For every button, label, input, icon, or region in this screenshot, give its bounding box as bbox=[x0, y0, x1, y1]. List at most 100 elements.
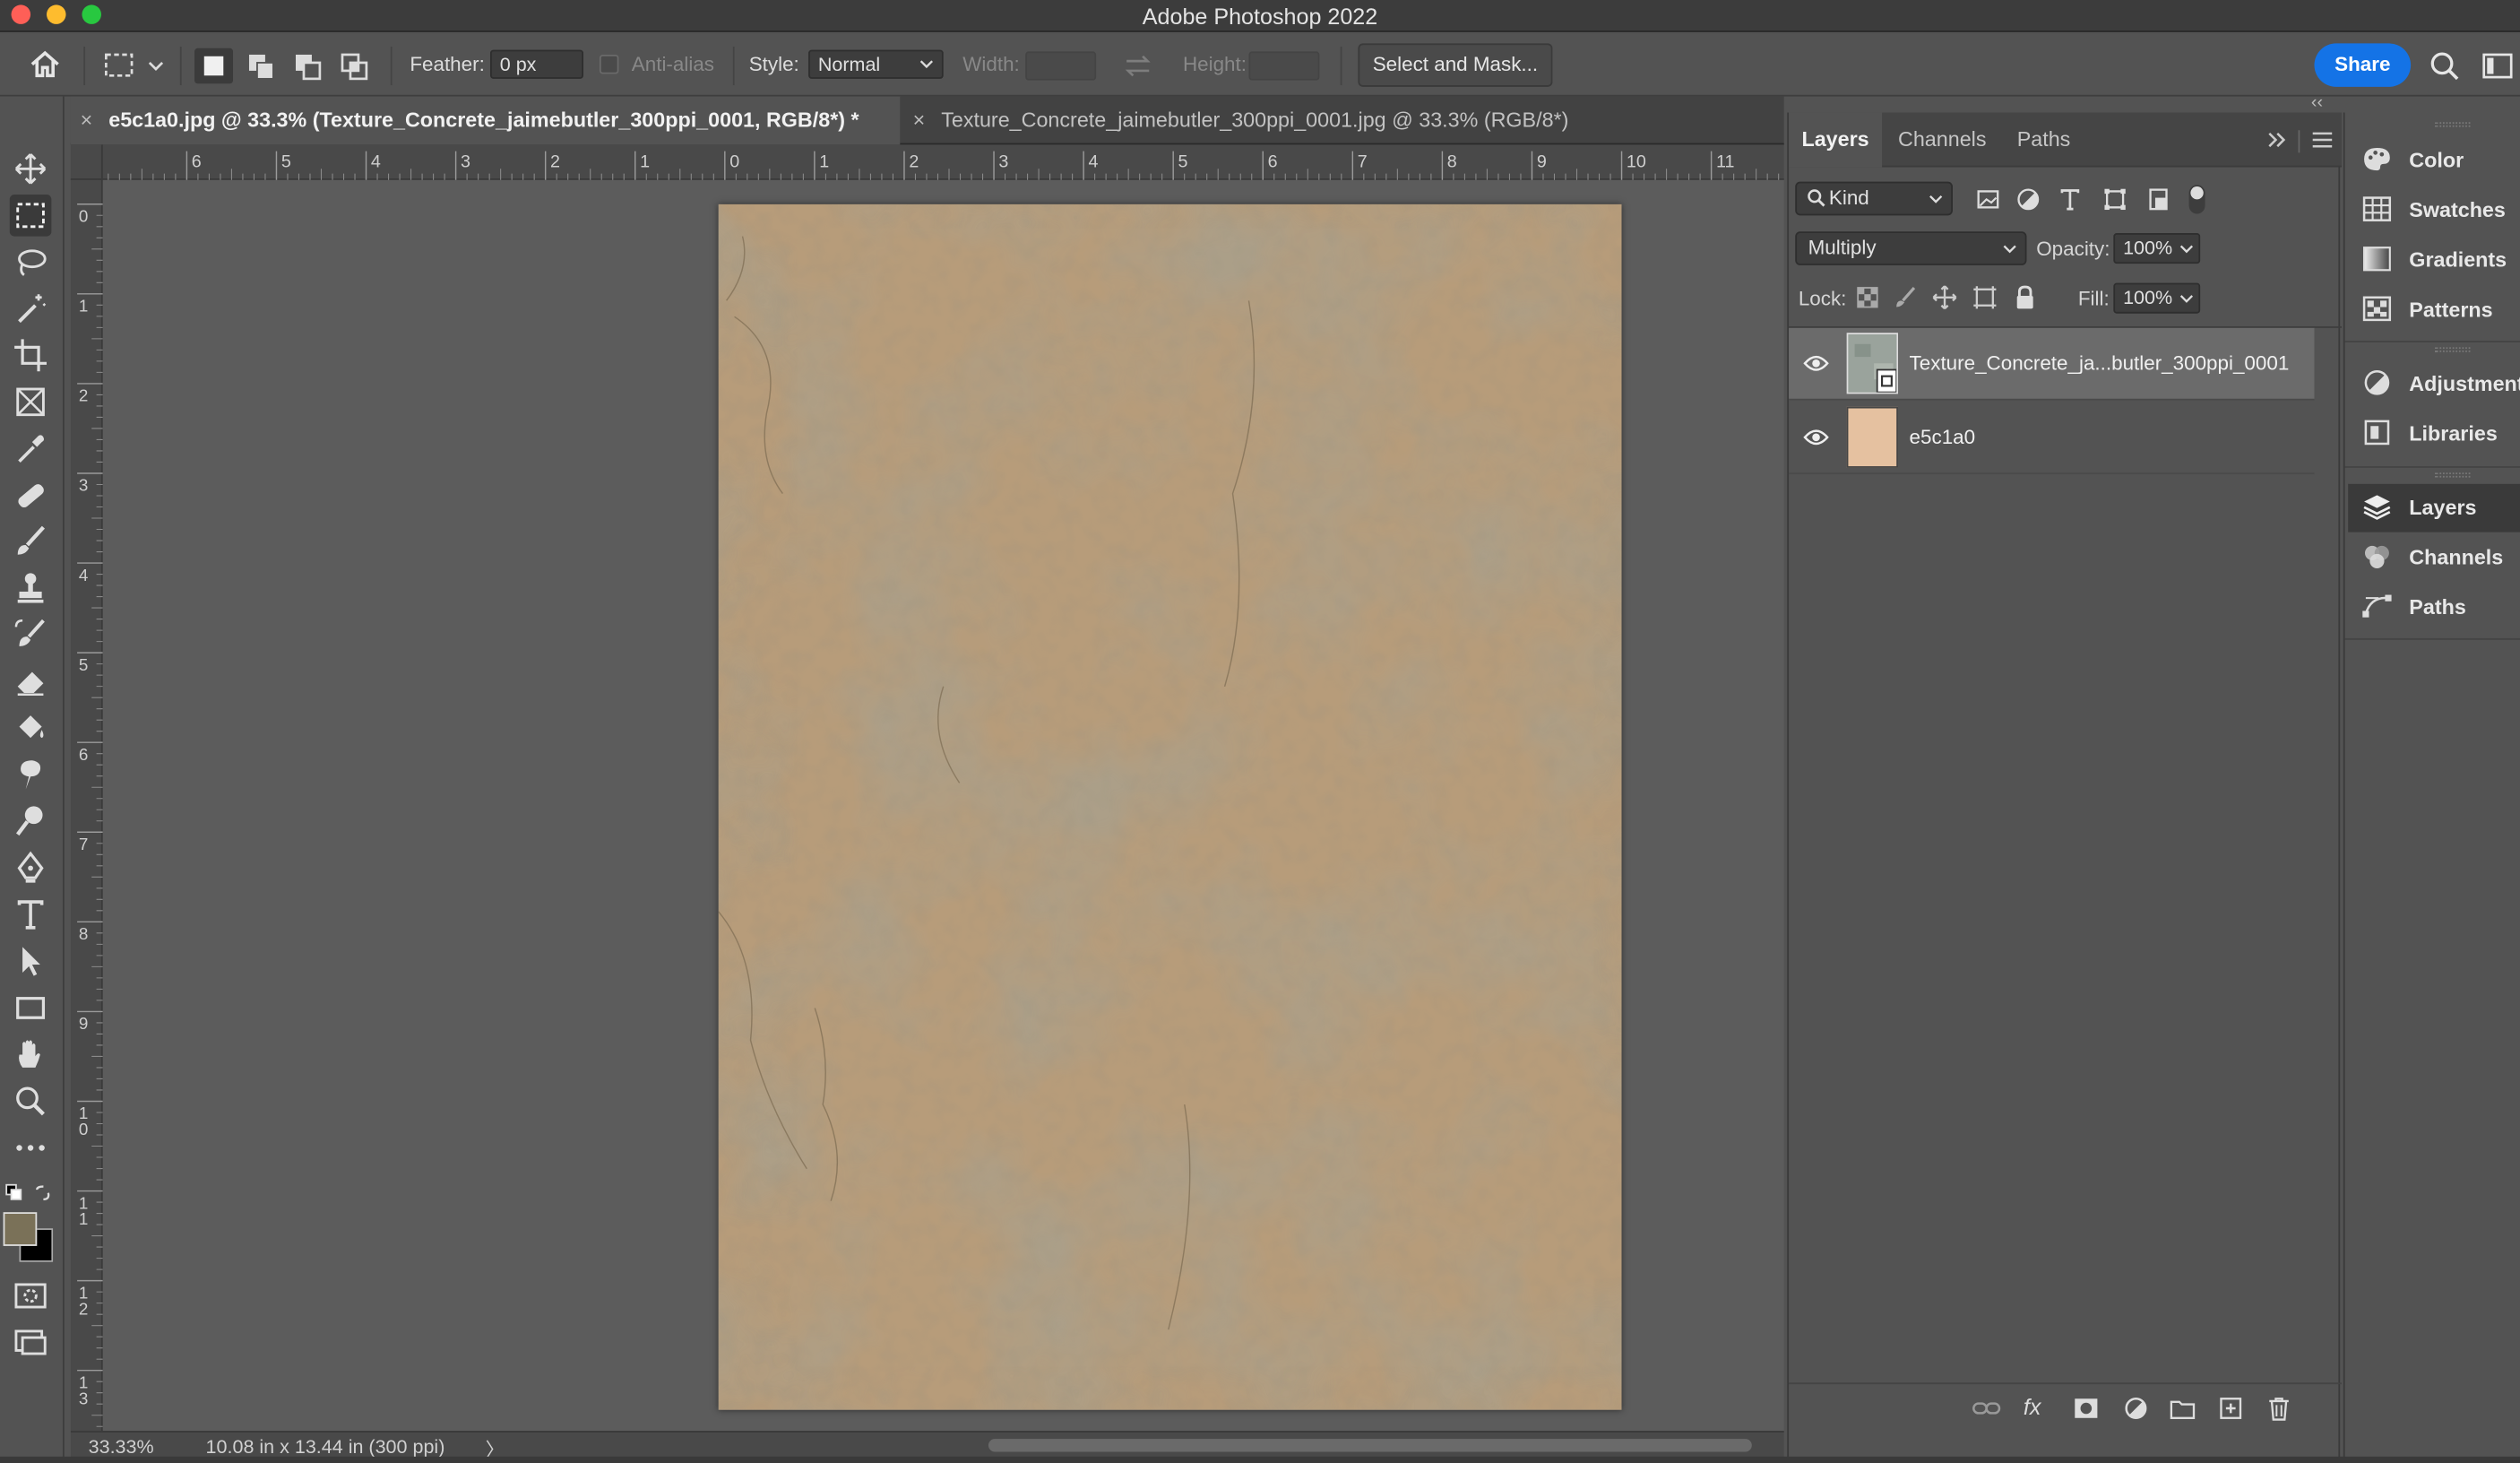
tools-panel bbox=[0, 96, 65, 1463]
feather-input[interactable]: 0 px bbox=[489, 49, 584, 79]
lock-position-icon[interactable] bbox=[1932, 284, 1958, 310]
anti-alias-label: Anti-alias bbox=[631, 53, 715, 76]
more-tools-icon[interactable] bbox=[10, 1127, 52, 1169]
move-tool-icon[interactable] bbox=[10, 148, 52, 190]
ruler-origin[interactable] bbox=[70, 144, 103, 180]
lock-all-icon[interactable] bbox=[2014, 284, 2036, 310]
tab-document-e5c1a0[interactable]: × e5c1a0.jpg @ 33.3% (Texture_Concrete_ja… bbox=[70, 96, 901, 145]
collapse-panels-icon[interactable]: ‹‹ bbox=[2311, 93, 2323, 113]
eye-visibility-icon[interactable] bbox=[1803, 354, 1829, 374]
eraser-tool-icon[interactable] bbox=[10, 661, 52, 703]
height-input[interactable] bbox=[1248, 51, 1320, 81]
layer-name[interactable]: Texture_Concrete_ja...butler_300ppi_0001 bbox=[1910, 352, 2290, 375]
intersect-selection-icon[interactable] bbox=[336, 48, 375, 83]
lock-image-pixels-icon[interactable] bbox=[1894, 286, 1917, 308]
hand-tool-icon[interactable] bbox=[10, 1034, 52, 1076]
new-group-icon[interactable] bbox=[2170, 1397, 2196, 1419]
new-selection-icon[interactable] bbox=[194, 48, 234, 84]
document-info[interactable]: 10.08 in x 13.44 in (300 ppi) bbox=[206, 1436, 445, 1459]
lock-artboard-icon[interactable] bbox=[1972, 284, 1998, 310]
delete-layer-icon[interactable] bbox=[2266, 1396, 2292, 1422]
panel-menu-icon[interactable] bbox=[2311, 130, 2334, 150]
rectangular-marquee-tool-icon[interactable] bbox=[9, 195, 52, 237]
lasso-tool-icon[interactable] bbox=[10, 241, 52, 283]
type-tool-icon[interactable] bbox=[10, 894, 52, 936]
pixel-layer-filter-icon[interactable] bbox=[1975, 186, 2001, 212]
home-icon[interactable] bbox=[27, 48, 62, 81]
workspace-icon[interactable] bbox=[2481, 51, 2514, 80]
rectangle-tool-icon[interactable] bbox=[10, 987, 52, 1029]
add-to-selection-icon[interactable] bbox=[243, 48, 281, 83]
eye-visibility-icon[interactable] bbox=[1803, 428, 1829, 447]
close-tab-icon[interactable]: × bbox=[81, 108, 93, 132]
height-label: Height: bbox=[1182, 53, 1247, 76]
marquee-preset-icon[interactable] bbox=[103, 50, 168, 82]
swap-dimensions-icon[interactable] bbox=[1124, 53, 1152, 79]
ruler-label: 0 bbox=[729, 152, 739, 172]
search-icon[interactable] bbox=[2429, 50, 2461, 82]
ruler-label: 1 bbox=[79, 297, 88, 316]
blend-mode-select[interactable]: Multiply bbox=[1795, 231, 2027, 265]
subtract-from-selection-icon[interactable] bbox=[289, 48, 328, 83]
tab-document-texture[interactable]: × Texture_Concrete_jaimebutler_300ppi_000… bbox=[906, 97, 1637, 145]
layer-filter-select[interactable]: Kind bbox=[1795, 181, 1953, 216]
layers-panel-tabs: Layers Channels Paths bbox=[1789, 112, 2342, 168]
horizontal-scrollbar[interactable] bbox=[988, 1439, 1752, 1452]
opacity-input[interactable]: 100% bbox=[2113, 233, 2201, 264]
add-mask-icon[interactable] bbox=[2073, 1397, 2099, 1419]
foreground-color-swatch[interactable] bbox=[3, 1212, 38, 1246]
link-layers-icon[interactable] bbox=[1972, 1397, 2001, 1419]
path-selection-tool-icon[interactable] bbox=[10, 940, 52, 983]
smudge-tool-icon[interactable] bbox=[10, 754, 52, 796]
magic-wand-tool-icon[interactable] bbox=[10, 288, 52, 330]
new-layer-icon[interactable] bbox=[2218, 1396, 2244, 1422]
swap-colors-icon[interactable] bbox=[34, 1183, 54, 1203]
panel-expand-icon[interactable] bbox=[2266, 128, 2289, 151]
filter-toggle-switch[interactable] bbox=[2188, 185, 2205, 214]
paint-bucket-tool-icon[interactable] bbox=[10, 707, 52, 749]
zoom-tool-icon[interactable] bbox=[10, 1080, 52, 1122]
layer-row-e5c1a0[interactable]: e5c1a0 bbox=[1789, 402, 2315, 475]
zoom-level[interactable]: 33.33% bbox=[89, 1436, 154, 1459]
tab-channels[interactable]: Channels bbox=[1898, 113, 1987, 168]
tab-layers[interactable]: Layers bbox=[1789, 112, 1883, 168]
lock-transparent-pixels-icon[interactable] bbox=[1856, 286, 1878, 308]
tab-label: e5c1a0.jpg @ 33.3% (Texture_Concrete_jai… bbox=[108, 108, 859, 133]
crop-tool-icon[interactable] bbox=[10, 334, 52, 377]
anti-alias-checkbox[interactable] bbox=[599, 54, 619, 74]
document-canvas[interactable] bbox=[718, 203, 1622, 1410]
width-input[interactable] bbox=[1025, 51, 1097, 81]
chevron-down-icon bbox=[2179, 291, 2194, 306]
type-layer-filter-icon[interactable] bbox=[2058, 186, 2084, 212]
new-adjustment-layer-icon[interactable] bbox=[2123, 1396, 2149, 1422]
style-select[interactable]: Normal bbox=[808, 49, 944, 79]
layer-row-texture[interactable]: Texture_Concrete_ja...butler_300ppi_0001 bbox=[1789, 327, 2315, 401]
screen-mode-icon[interactable] bbox=[10, 1321, 52, 1363]
quick-mask-icon[interactable] bbox=[10, 1275, 52, 1317]
ruler-label: 4 bbox=[371, 152, 381, 172]
close-tab-icon[interactable]: × bbox=[913, 108, 926, 132]
photoshop-window: Adobe Photoshop 2022 Feather: 0 px Anti-… bbox=[0, 0, 2520, 1463]
dodge-tool-icon[interactable] bbox=[10, 801, 52, 843]
select-and-mask-button[interactable]: Select and Mask... bbox=[1358, 43, 1553, 87]
share-button[interactable]: Share bbox=[2314, 43, 2412, 87]
smart-object-filter-icon[interactable] bbox=[2145, 186, 2171, 212]
layer-thumbnail bbox=[1846, 333, 1899, 394]
clone-stamp-tool-icon[interactable] bbox=[10, 567, 52, 610]
tab-paths[interactable]: Paths bbox=[2017, 113, 2071, 168]
adjustment-layer-filter-icon[interactable] bbox=[2015, 186, 2041, 212]
ruler-label: 4 bbox=[79, 566, 88, 584]
fill-input[interactable]: 100% bbox=[2113, 282, 2201, 314]
layer-name[interactable]: e5c1a0 bbox=[1910, 426, 1976, 448]
brush-tool-icon[interactable] bbox=[10, 521, 52, 563]
shape-layer-filter-icon[interactable] bbox=[2102, 186, 2128, 212]
default-colors-icon[interactable] bbox=[4, 1183, 24, 1203]
fx-icon[interactable]: fx bbox=[2024, 1394, 2041, 1420]
frame-tool-icon[interactable] bbox=[10, 381, 52, 423]
pen-tool-icon[interactable] bbox=[10, 847, 52, 889]
eyedropper-tool-icon[interactable] bbox=[10, 428, 52, 470]
libraries-icon bbox=[2364, 420, 2390, 446]
history-brush-tool-icon[interactable] bbox=[10, 614, 52, 656]
ruler-label: 6 bbox=[1268, 152, 1278, 172]
healing-brush-tool-icon[interactable] bbox=[10, 474, 52, 516]
